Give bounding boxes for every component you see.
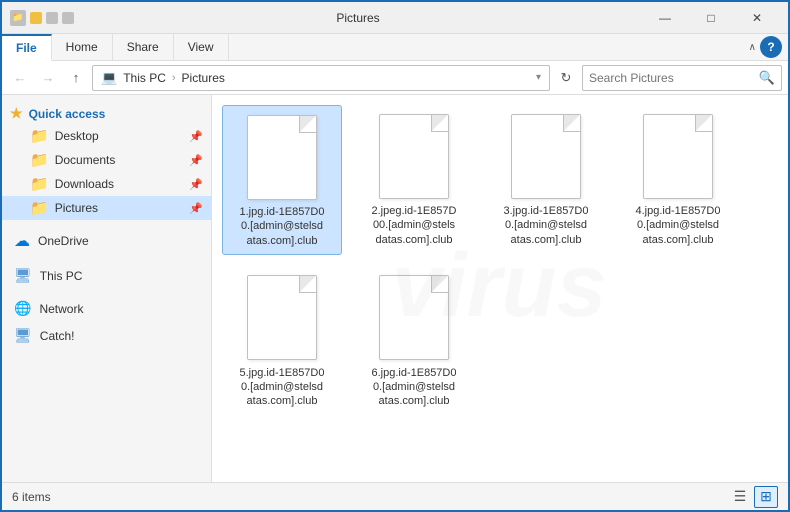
sidebar-item-catch[interactable]: 🖥 Catch! xyxy=(2,322,211,349)
catch-icon: 🖥 xyxy=(14,327,32,344)
title-bar-icons: 📁 xyxy=(10,10,74,26)
search-icon[interactable]: 🔍 xyxy=(759,70,775,86)
search-input[interactable] xyxy=(589,71,755,85)
folder-icon-documents: 📁 xyxy=(30,151,49,169)
file-icon-4 xyxy=(638,111,718,201)
path-sep-1: › xyxy=(172,72,176,84)
sidebar-item-onedrive[interactable]: ☁ OneDrive xyxy=(2,226,211,256)
title-bar-controls: — □ ✕ xyxy=(642,2,780,34)
onedrive-icon: ☁ xyxy=(14,231,30,251)
file-name-4: 4.jpg.id-1E857D00.[admin@stelsdatas.com]… xyxy=(635,204,720,247)
sidebar-label-onedrive: OneDrive xyxy=(38,234,89,248)
file-page-2 xyxy=(379,114,449,199)
files-grid: 1.jpg.id-1E857D00.[admin@stelsdatas.com]… xyxy=(222,105,778,415)
tab-share[interactable]: Share xyxy=(113,34,174,60)
star-icon: ★ xyxy=(10,105,23,122)
grid-view-button[interactable]: ⊞ xyxy=(754,486,778,508)
sidebar: ★ Quick access 📁 Desktop 📌 📁 Documents 📌… xyxy=(2,95,212,487)
file-name-3: 3.jpg.id-1E857D00.[admin@stelsdatas.com]… xyxy=(503,204,588,247)
folder-icon-downloads: 📁 xyxy=(30,175,49,193)
quick-access-icon1 xyxy=(30,12,42,24)
sidebar-label-this-pc: This PC xyxy=(40,269,83,283)
folder-icon-desktop: 📁 xyxy=(30,127,49,145)
title-bar: 📁 Pictures — □ ✕ xyxy=(2,2,788,34)
file-item-6[interactable]: 6.jpg.id-1E857D00.[admin@stelsdatas.com]… xyxy=(354,267,474,415)
sidebar-quick-access[interactable]: ★ Quick access xyxy=(2,101,211,124)
ribbon-expand-icon[interactable]: ∧ xyxy=(749,42,756,53)
address-bar: ← → ↑ 💻 This PC › Pictures ▾ ↻ 🔍 xyxy=(2,61,788,95)
refresh-button[interactable]: ↻ xyxy=(554,66,578,90)
file-page-1 xyxy=(247,115,317,200)
minimize-button[interactable]: — xyxy=(642,2,688,34)
sidebar-item-desktop[interactable]: 📁 Desktop 📌 xyxy=(2,124,211,148)
main-content: ★ Quick access 📁 Desktop 📌 📁 Documents 📌… xyxy=(2,95,788,487)
folder-icon-pictures: 📁 xyxy=(30,199,49,217)
sidebar-item-this-pc[interactable]: 🖥 This PC xyxy=(2,262,211,289)
sidebar-label-pictures: Pictures xyxy=(55,201,98,215)
pin-icon-desktop: 📌 xyxy=(189,130,203,143)
file-icon-1 xyxy=(242,112,322,202)
file-name-6: 6.jpg.id-1E857D00.[admin@stelsdatas.com]… xyxy=(371,366,456,409)
status-bar: 6 items ☰ ⊞ xyxy=(2,482,788,510)
tab-view[interactable]: View xyxy=(174,34,229,60)
pin-icon-documents: 📌 xyxy=(189,154,203,167)
network-icon: 🌐 xyxy=(14,300,31,317)
sidebar-item-pictures[interactable]: 📁 Pictures 📌 xyxy=(2,196,211,220)
sidebar-item-downloads[interactable]: 📁 Downloads 📌 xyxy=(2,172,211,196)
forward-button[interactable]: → xyxy=(36,66,60,90)
file-area: 1.jpg.id-1E857D00.[admin@stelsdatas.com]… xyxy=(212,95,788,487)
file-item-5[interactable]: 5.jpg.id-1E857D00.[admin@stelsdatas.com]… xyxy=(222,267,342,415)
list-view-button[interactable]: ☰ xyxy=(728,486,752,508)
path-this-pc: This PC xyxy=(123,71,166,85)
sidebar-label-desktop: Desktop xyxy=(55,129,99,143)
sidebar-label-catch: Catch! xyxy=(40,329,75,343)
window-title: Pictures xyxy=(74,11,642,25)
file-name-1: 1.jpg.id-1E857D00.[admin@stelsdatas.com]… xyxy=(239,205,324,248)
file-icon-5 xyxy=(242,273,322,363)
file-name-5: 5.jpg.id-1E857D00.[admin@stelsdatas.com]… xyxy=(239,366,324,409)
file-page-5 xyxy=(247,275,317,360)
path-pictures: Pictures xyxy=(182,71,225,85)
status-item-count: 6 items xyxy=(12,490,51,504)
address-path[interactable]: 💻 This PC › Pictures ▾ xyxy=(92,65,550,91)
sidebar-label-network: Network xyxy=(39,302,83,316)
this-pc-icon: 🖥 xyxy=(14,267,32,284)
file-page-6 xyxy=(379,275,449,360)
file-icon-2 xyxy=(374,111,454,201)
tab-file[interactable]: File xyxy=(2,34,52,61)
file-item-1[interactable]: 1.jpg.id-1E857D00.[admin@stelsdatas.com]… xyxy=(222,105,342,255)
file-page-3 xyxy=(511,114,581,199)
file-item-3[interactable]: 3.jpg.id-1E857D00.[admin@stelsdatas.com]… xyxy=(486,105,606,255)
search-box: 🔍 xyxy=(582,65,782,91)
file-page-4 xyxy=(643,114,713,199)
sidebar-label-documents: Documents xyxy=(55,153,116,167)
ribbon-help: ∧ ? xyxy=(749,34,788,60)
file-item-2[interactable]: 2.jpeg.id-1E857D00.[admin@stelsdatas.com… xyxy=(354,105,474,255)
help-button[interactable]: ? xyxy=(760,36,782,58)
file-name-2: 2.jpeg.id-1E857D00.[admin@stelsdatas.com… xyxy=(371,204,456,247)
sidebar-label-downloads: Downloads xyxy=(55,177,114,191)
file-icon-6 xyxy=(374,273,454,363)
pin-icon-pictures: 📌 xyxy=(189,202,203,215)
file-icon-3 xyxy=(506,111,586,201)
sidebar-item-network[interactable]: 🌐 Network xyxy=(2,295,211,322)
maximize-button[interactable]: □ xyxy=(688,2,734,34)
ribbon: File Home Share View ∧ ? xyxy=(2,34,788,61)
quick-access-icon2 xyxy=(46,12,58,24)
quick-access-label: Quick access xyxy=(29,107,106,121)
path-computer-icon: 💻 xyxy=(101,70,117,86)
window-icon: 📁 xyxy=(10,10,26,26)
pin-icon-downloads: 📌 xyxy=(189,178,203,191)
view-toggle: ☰ ⊞ xyxy=(728,486,778,508)
file-item-4[interactable]: 4.jpg.id-1E857D00.[admin@stelsdatas.com]… xyxy=(618,105,738,255)
tab-home[interactable]: Home xyxy=(52,34,113,60)
close-button[interactable]: ✕ xyxy=(734,2,780,34)
up-button[interactable]: ↑ xyxy=(64,66,88,90)
back-button[interactable]: ← xyxy=(8,66,32,90)
ribbon-tabs: File Home Share View ∧ ? xyxy=(2,34,788,60)
sidebar-item-documents[interactable]: 📁 Documents 📌 xyxy=(2,148,211,172)
quick-access-icon3 xyxy=(62,12,74,24)
path-dropdown-arrow[interactable]: ▾ xyxy=(536,72,541,83)
